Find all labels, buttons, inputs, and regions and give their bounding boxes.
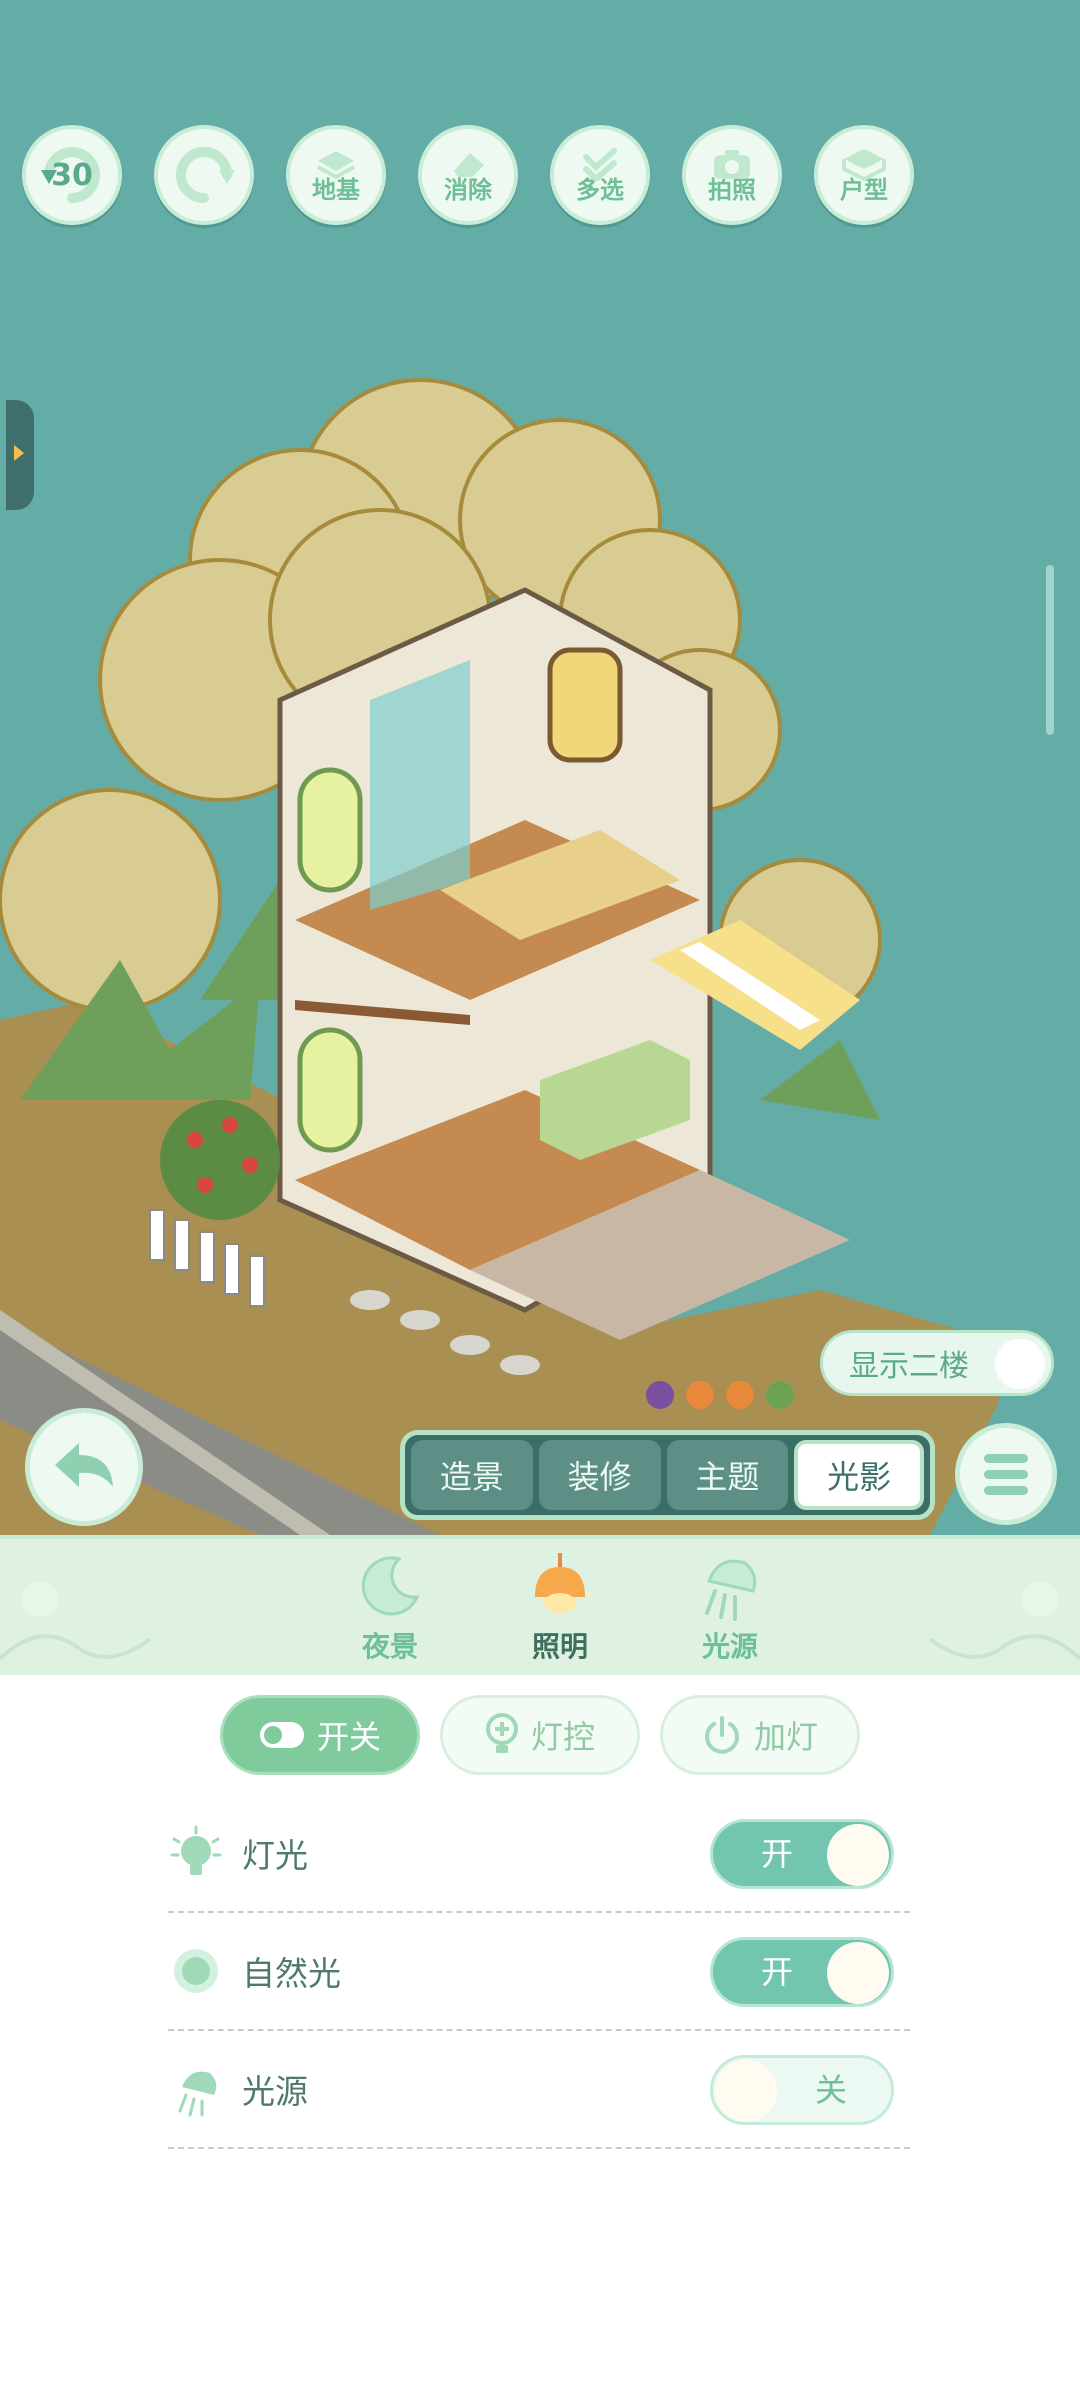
subtab-label: 光源	[701, 1630, 758, 1663]
back-button[interactable]	[25, 1408, 143, 1526]
toggle-state: 开	[761, 1835, 794, 1873]
toggle-knob	[715, 2060, 777, 2122]
tab-theme[interactable]: 主题	[666, 1440, 789, 1510]
pill-add-light[interactable]: 加灯	[660, 1695, 860, 1775]
camera-icon	[714, 150, 750, 179]
subtab-night-scene[interactable]: 夜景	[320, 1551, 460, 1671]
pill-label: 加灯	[753, 1718, 818, 1756]
lighting-subtab-bar: 夜景 照明 光源	[0, 1535, 1080, 1675]
redo-arrow-icon	[176, 147, 235, 203]
mode-pill-group: 开关 灯控 加灯	[0, 1695, 1080, 1781]
natural-light-toggle[interactable]: 开	[710, 1937, 894, 2007]
category-tabs: 造景 装修 主题 光影	[400, 1430, 935, 1520]
menu-bar-icon	[984, 1453, 1028, 1463]
subtab-light-source[interactable]: 光源	[660, 1551, 800, 1671]
redo-button[interactable]	[154, 125, 254, 225]
toggle-state: 关	[814, 2071, 847, 2109]
lamp-icon	[535, 1553, 585, 1613]
setting-label: 自然光	[242, 1954, 341, 1993]
erase-button[interactable]: 消除	[418, 125, 518, 225]
undo-count: 30	[51, 157, 93, 193]
setting-label: 灯光	[242, 1836, 308, 1875]
moon-icon	[361, 1556, 420, 1616]
pill-switch[interactable]: 开关	[220, 1695, 420, 1775]
setting-row-light: 灯光 开	[168, 1795, 910, 1913]
tab-landscape[interactable]: 造景	[411, 1440, 533, 1510]
light-bulb-icon	[168, 1825, 224, 1881]
setting-row-light-source: 光源 关	[168, 2031, 910, 2149]
power-icon	[705, 1716, 739, 1754]
toggle-knob	[995, 1339, 1045, 1389]
pill-label: 灯控	[530, 1718, 595, 1756]
light-toggle[interactable]: 开	[710, 1819, 894, 1889]
subtab-label: 照明	[531, 1630, 588, 1663]
eraser-icon	[454, 153, 484, 177]
show-second-floor-label: 显示二楼	[849, 1349, 969, 1384]
tab-light-shadow[interactable]: 光影	[794, 1440, 924, 1510]
bulb-icon	[485, 1713, 518, 1753]
show-second-floor-toggle[interactable]: 显示二楼	[820, 1330, 1054, 1396]
setting-label: 光源	[242, 2072, 308, 2111]
checkmark-icon	[583, 148, 617, 181]
pill-light-control[interactable]: 灯控	[440, 1695, 640, 1775]
undo-button[interactable]: 30	[22, 125, 122, 225]
toggle-knob	[827, 1824, 889, 1886]
floorplan-icon	[842, 149, 886, 181]
sun-icon	[168, 1943, 224, 1999]
back-arrow-icon	[55, 1443, 113, 1487]
foundation-button[interactable]: 地基	[286, 125, 386, 225]
tab-decoration[interactable]: 装修	[538, 1440, 661, 1510]
scrollbar[interactable]	[1046, 565, 1054, 735]
side-drawer-tab[interactable]	[6, 400, 34, 510]
menu-button[interactable]	[955, 1423, 1057, 1525]
light-source-icon	[705, 1559, 757, 1621]
game-scene[interactable]: 30 地基 消除 多选 拍照 户型 显示二楼 造景 装修 主题 光影	[0, 0, 1080, 1535]
photo-button[interactable]: 拍照	[682, 125, 782, 225]
light-source-icon	[168, 2061, 224, 2117]
foundation-icon	[317, 151, 355, 180]
menu-bar-icon	[984, 1469, 1028, 1479]
floorplan-button[interactable]: 户型	[814, 125, 914, 225]
island-house-illustration[interactable]	[0, 0, 1080, 1535]
menu-bar-icon	[984, 1485, 1028, 1495]
toggle-icon	[259, 1722, 304, 1748]
light-source-toggle[interactable]: 关	[710, 2055, 894, 2125]
pill-label: 开关	[316, 1718, 381, 1756]
subtab-label: 夜景	[361, 1630, 418, 1663]
setting-row-natural-light: 自然光 开	[168, 1913, 910, 2031]
toggle-knob	[827, 1942, 889, 2004]
multiselect-button[interactable]: 多选	[550, 125, 650, 225]
toggle-state: 开	[761, 1953, 794, 1991]
subtab-lighting[interactable]: 照明	[490, 1551, 630, 1671]
